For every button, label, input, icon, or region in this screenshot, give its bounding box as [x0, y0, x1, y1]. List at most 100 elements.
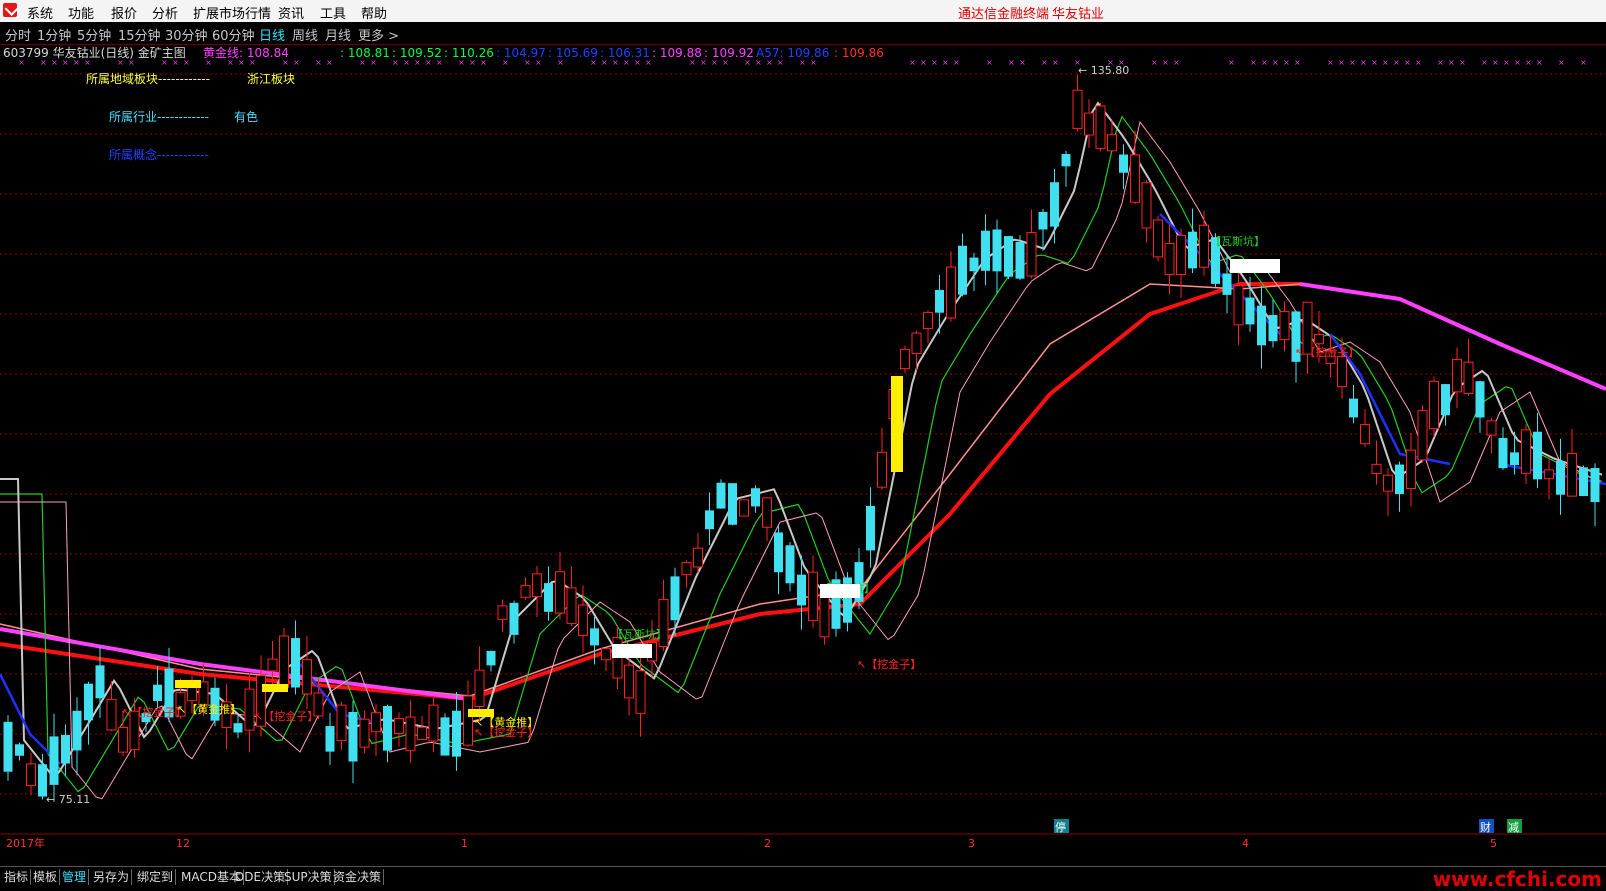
candle-body	[1050, 182, 1059, 227]
signal-marker: ×	[315, 58, 322, 67]
candle-body	[1095, 105, 1106, 149]
period-tab-more[interactable]: 更多 >	[358, 25, 399, 44]
gas-step-block	[820, 584, 860, 598]
tab-save-as[interactable]: 另存为	[91, 869, 133, 885]
bottom-tab-bar: 指标 模板 管理 另存为 绑定到 MACD基本 DDE决策 SUP决策 资金决策…	[0, 866, 1606, 891]
tab-indicator[interactable]: 指标	[2, 869, 32, 885]
candle-body	[774, 532, 783, 573]
candle-body	[762, 497, 772, 528]
candle-body	[751, 488, 760, 507]
signal-marker: ×	[1459, 58, 1466, 67]
menu-news[interactable]: 资讯	[278, 3, 304, 22]
signal-marker: ×	[1536, 58, 1543, 67]
candle-body	[1406, 449, 1416, 490]
watermark: www.cfchi.com	[1432, 867, 1602, 891]
signal-marker: ×	[909, 58, 916, 67]
candle-body	[877, 451, 887, 488]
x-tick-label: 5	[1490, 837, 1497, 850]
candle-body	[958, 245, 967, 295]
signal-marker: ×	[1349, 58, 1356, 67]
menu-help[interactable]: 帮助	[361, 3, 387, 22]
period-tab-15min[interactable]: 15分钟	[118, 25, 161, 44]
candle-body	[1141, 182, 1152, 229]
candle-body	[797, 574, 806, 606]
period-tab-weekly[interactable]: 周线	[292, 25, 318, 44]
signal-marker: ×	[1371, 58, 1378, 67]
candle-body	[244, 688, 255, 731]
gas-step-block	[1230, 259, 1280, 273]
candle-body	[969, 257, 979, 272]
finance-marker-text: 财	[1480, 820, 1491, 834]
tab-template[interactable]: 模板	[31, 869, 61, 885]
candle-body	[1349, 398, 1358, 418]
indicator-value: A57: 109.86	[756, 46, 829, 60]
candle-body	[1337, 356, 1347, 388]
period-tab-60min[interactable]: 60分钟	[212, 25, 255, 44]
moving-average-lines	[0, 101, 1606, 800]
candle-body	[566, 587, 577, 625]
menu-function[interactable]: 功能	[68, 3, 94, 22]
candle-body	[578, 604, 588, 636]
signal-marker: ×	[1360, 58, 1367, 67]
menu-tools[interactable]: 工具	[320, 3, 346, 22]
candle-body	[1084, 112, 1094, 136]
candle-body	[635, 670, 646, 714]
period-tab-30min[interactable]: 30分钟	[165, 25, 208, 44]
gas-step-block	[612, 644, 652, 658]
signal-marker: ×	[1415, 58, 1422, 67]
signal-marker: ×	[1261, 58, 1268, 67]
period-tab-1min[interactable]: 1分钟	[37, 25, 71, 44]
candle-body	[463, 695, 473, 746]
candle-body	[1119, 154, 1128, 173]
tab-dde[interactable]: DDE决策	[233, 869, 289, 885]
tab-sup[interactable]: SUP决策	[282, 869, 335, 885]
menu-system[interactable]: 系统	[27, 3, 53, 22]
period-tab-5min[interactable]: 5分钟	[77, 25, 111, 44]
signal-marker: ×	[931, 58, 938, 67]
gold-step-block	[262, 684, 288, 692]
period-tab-intraday[interactable]: 分时	[5, 25, 31, 44]
candle-body	[992, 229, 1002, 272]
signal-marker: ×	[1151, 58, 1158, 67]
menu-quote[interactable]: 报价	[111, 3, 137, 22]
indicator-value: : 109.88	[652, 46, 702, 60]
signal-gas-pit: 【瓦斯坑】	[1210, 234, 1265, 248]
candle-body	[61, 734, 70, 764]
candle-body	[486, 650, 496, 666]
candle-body	[84, 683, 93, 721]
signal-marker: ×	[1338, 58, 1345, 67]
indicator-value: : 110.26	[444, 46, 494, 60]
gold-line-value: 黄金线: 108.84	[203, 45, 289, 60]
candle-body	[1521, 429, 1531, 474]
signal-marker: ×	[1052, 58, 1059, 67]
candle-body	[819, 592, 830, 638]
signal-marker: ×	[1228, 58, 1235, 67]
tab-manage[interactable]: 管理	[60, 869, 90, 885]
indicator-value: : 109.86	[834, 46, 884, 60]
reduction-marker-text: 减	[1508, 821, 1519, 834]
candle-body	[267, 658, 278, 672]
candle-body	[1038, 211, 1048, 230]
candle-body	[1429, 380, 1439, 430]
candle-body	[1544, 469, 1554, 480]
ma-light-pink-line	[0, 120, 1603, 800]
signal-marker: ×	[1327, 58, 1334, 67]
menu-extended-market[interactable]: 扩展市场行情	[193, 3, 271, 22]
menu-analysis[interactable]: 分析	[152, 3, 178, 22]
candle-body	[1188, 231, 1197, 269]
tab-bind-to[interactable]: 绑定到	[135, 869, 177, 885]
period-tab-monthly[interactable]: 月线	[325, 25, 351, 44]
signal-marker: ×	[1503, 58, 1510, 67]
indicator-value: : 109.92	[704, 46, 754, 60]
tab-fund-decision[interactable]: 资金决策	[331, 869, 385, 885]
signal-marker: ×	[920, 58, 927, 67]
candle-body	[497, 605, 508, 620]
kline-chart[interactable]: × × × × × × × × × × × × × × × × × × × × × × × × × × × × × × × × × × × × × × × ×…	[0, 44, 1606, 866]
period-tab-daily[interactable]: 日线	[259, 25, 285, 44]
signal-marker: ×	[1525, 58, 1532, 67]
candle-body	[371, 712, 381, 733]
candle-body	[1314, 334, 1324, 345]
chart-title: 603799 华友钴业(日线) 金矿主图	[3, 45, 186, 60]
signal-marker: ×	[1162, 58, 1169, 67]
signal-marker: ×	[1283, 58, 1290, 67]
